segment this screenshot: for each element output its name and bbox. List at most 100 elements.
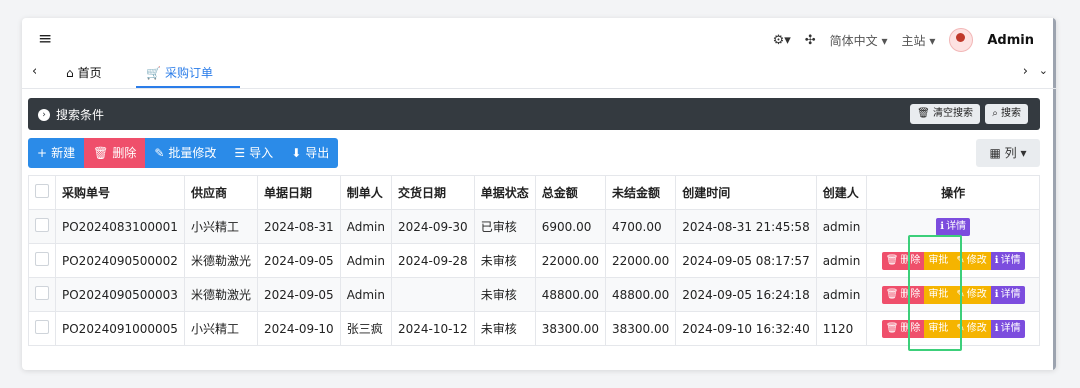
header-cell[interactable]: 单据状态 <box>473 175 536 210</box>
cell-unpaid: 48800.00 <box>604 277 677 312</box>
user-name[interactable]: Admin <box>987 33 1034 48</box>
row-checkbox-cell[interactable] <box>28 277 56 312</box>
tab-purchase-order[interactable]: 🛒 采购订单 <box>146 64 213 81</box>
row-checkbox[interactable] <box>35 218 49 232</box>
detail-button[interactable]: ℹ 详情 <box>990 319 1025 338</box>
row-checkbox-cell[interactable] <box>28 209 56 244</box>
search-panel: › 搜索条件 🗑 清空搜索 ⌕ 搜索 <box>28 98 1040 130</box>
edit-icon: ✎ <box>956 288 965 300</box>
avatar[interactable] <box>949 28 974 52</box>
row-checkbox-cell[interactable] <box>28 311 56 346</box>
tab-more-icon[interactable]: ⌄ <box>1039 64 1048 77</box>
tab-home[interactable]: ⌂ 首页 <box>66 64 102 81</box>
approve-label: 审批 <box>928 322 949 334</box>
row-checkbox-cell[interactable] <box>28 243 56 278</box>
row-checkbox[interactable] <box>35 252 49 266</box>
header-cell[interactable]: 单据日期 <box>256 175 341 210</box>
row-delete-button[interactable]: 🗑 删除 <box>881 319 925 338</box>
search-button[interactable]: ⌕ 搜索 <box>985 104 1028 124</box>
cell-delivery: 2024-09-30 <box>390 209 475 244</box>
detail-button[interactable]: ℹ 详情 <box>990 285 1025 304</box>
cell-created: 2024-09-05 08:17:57 <box>675 243 817 278</box>
row-delete-button[interactable]: 🗑 删除 <box>881 251 925 270</box>
tab-next-icon[interactable]: › <box>1023 64 1028 79</box>
list-icon: ☰ <box>234 146 246 160</box>
new-button[interactable]: + 新建 <box>28 138 85 168</box>
delete-label: 删除 <box>112 146 137 160</box>
tab-home-label: 首页 <box>77 66 102 80</box>
header-cell[interactable]: 创建人 <box>815 175 868 210</box>
detail-label: 详情 <box>946 220 967 232</box>
language-select[interactable]: 简体中文 ▾ <box>830 32 888 49</box>
cell-creator: 1120 <box>815 311 868 346</box>
tab-bar: ‹ ⌂ 首页 🛒 采购订单 › ⌄ <box>22 60 1056 89</box>
approve-button[interactable]: 审批 <box>924 251 953 270</box>
approve-button[interactable]: 审批 <box>924 319 953 338</box>
cell-created: 2024-09-10 16:32:40 <box>675 311 817 346</box>
menu-icon[interactable]: ≡ <box>38 29 52 49</box>
ops-group: ℹ 详情 <box>869 217 1037 236</box>
trash-icon: 🗑 <box>885 322 899 334</box>
table-row[interactable]: PO2024091000005 小兴精工 2024-09-10 张三疯 2024… <box>28 311 1040 346</box>
cell-delivery <box>390 277 475 312</box>
cell-supplier: 小兴精工 <box>183 311 258 346</box>
row-delete-button[interactable]: 🗑 删除 <box>881 285 925 304</box>
row-checkbox[interactable] <box>35 286 49 300</box>
table-row[interactable]: PO2024090500003 米德勒激光 2024-09-05 Admin 未… <box>28 277 1040 312</box>
header-cell[interactable]: 总金额 <box>534 175 606 210</box>
trash-icon: 🗑 <box>93 146 109 160</box>
header-cell[interactable]: 交货日期 <box>390 175 475 210</box>
export-button[interactable]: ⬇ 导出 <box>282 138 339 168</box>
info-icon: ℹ <box>994 254 999 266</box>
station-select[interactable]: 主站 ▾ <box>902 32 936 49</box>
header-cell[interactable]: 供应商 <box>183 175 258 210</box>
detail-label: 详情 <box>1000 254 1021 266</box>
cell-delivery: 2024-09-28 <box>390 243 475 278</box>
cell-ops: 🗑 删除 审批 ✎ 修改 ℹ 详情 <box>866 277 1040 312</box>
batch-edit-button[interactable]: ✎ 批量修改 <box>145 138 226 168</box>
header-cell[interactable]: 制单人 <box>339 175 392 210</box>
edit-button[interactable]: ✎ 修改 <box>952 251 991 270</box>
action-toolbar: + 新建 🗑 删除 ✎ 批量修改 ☰ 导入 ⬇ 导出 <box>28 138 339 168</box>
cell-creator: admin <box>815 243 868 278</box>
home-icon: ⌂ <box>66 65 74 80</box>
import-button[interactable]: ☰ 导入 <box>225 138 283 168</box>
active-tab-indicator <box>136 86 240 88</box>
edit-icon: ✎ <box>956 322 965 334</box>
cell-maker: Admin <box>339 243 392 278</box>
row-checkbox[interactable] <box>35 320 49 334</box>
table-row[interactable]: PO2024083100001 小兴精工 2024-08-31 Admin 20… <box>28 209 1040 244</box>
cell-supplier: 米德勒激光 <box>183 277 258 312</box>
edit-button[interactable]: ✎ 修改 <box>952 319 991 338</box>
search-toggle[interactable]: › 搜索条件 <box>38 106 104 123</box>
approve-button[interactable]: 审批 <box>924 285 953 304</box>
cell-created: 2024-09-05 16:24:18 <box>675 277 817 312</box>
header-cell[interactable]: 创建时间 <box>675 175 817 210</box>
detail-button[interactable]: ℹ 详情 <box>990 251 1025 270</box>
header-cell[interactable]: 未结金额 <box>604 175 677 210</box>
cell-maker: Admin <box>339 209 392 244</box>
fullscreen-icon[interactable]: ✣ <box>805 33 816 48</box>
cell-creator: admin <box>815 277 868 312</box>
info-icon: ℹ <box>994 288 999 300</box>
cell-order-no: PO2024083100001 <box>55 209 185 244</box>
edit-icon: ✎ <box>956 254 965 266</box>
columns-button[interactable]: ▦ 列 ▾ <box>976 139 1040 167</box>
theme-settings-icon[interactable]: ⚙▾ <box>773 33 791 48</box>
select-all-checkbox[interactable] <box>35 184 49 198</box>
detail-label: 详情 <box>1000 322 1021 334</box>
plus-icon: + <box>37 146 48 160</box>
clear-search-button[interactable]: 🗑 清空搜索 <box>910 104 980 124</box>
header-cell-ops: 操作 <box>866 175 1040 210</box>
header-checkbox-cell[interactable] <box>28 175 56 210</box>
cell-total: 38300.00 <box>534 311 606 346</box>
detail-label: 详情 <box>1000 288 1021 300</box>
edit-button[interactable]: ✎ 修改 <box>952 285 991 304</box>
delete-button[interactable]: 🗑 删除 <box>84 138 146 168</box>
cell-date: 2024-09-05 <box>256 277 341 312</box>
approve-label: 审批 <box>928 254 949 266</box>
table-row[interactable]: PO2024090500002 米德勒激光 2024-09-05 Admin 2… <box>28 243 1040 278</box>
header-cell[interactable]: 采购单号 <box>55 175 185 210</box>
detail-button[interactable]: ℹ 详情 <box>936 217 971 236</box>
tab-prev-icon[interactable]: ‹ <box>32 64 37 79</box>
